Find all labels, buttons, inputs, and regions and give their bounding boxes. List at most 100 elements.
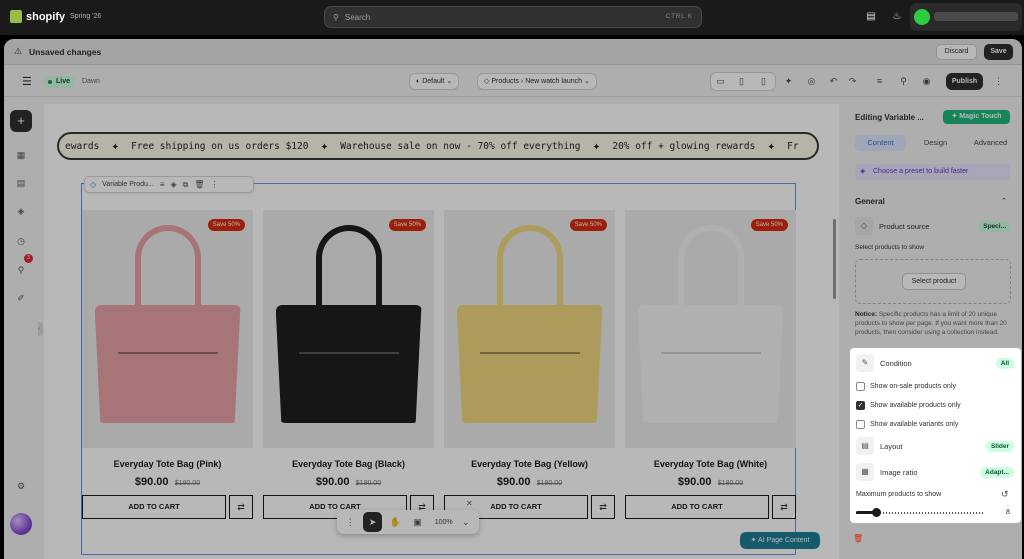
bell-icon[interactable]: ♨ bbox=[891, 11, 903, 23]
panel-tabs: Content Design Advanced bbox=[855, 135, 1016, 151]
max-products-slider-knob[interactable] bbox=[872, 508, 881, 517]
close-icon[interactable]: ✕ bbox=[466, 499, 473, 508]
add-to-cart-button[interactable]: ADD TO CART bbox=[82, 495, 226, 519]
shopify-logo[interactable]: shopify bbox=[10, 10, 65, 23]
fit-screen-icon[interactable]: ▣ bbox=[408, 512, 426, 532]
reset-icon[interactable]: ↺ bbox=[1001, 489, 1009, 500]
more-options-icon[interactable]: ⋮ bbox=[990, 73, 1007, 90]
paint-icon[interactable]: ✐ bbox=[15, 292, 27, 304]
cart-row: ADD TO CART ⇄ bbox=[82, 495, 253, 519]
add-section-button[interactable]: + bbox=[10, 110, 32, 132]
store-name[interactable]: Spring '26 bbox=[70, 13, 101, 20]
store-icon[interactable]: ▤ bbox=[865, 11, 877, 23]
layout-value: Slider bbox=[985, 440, 1014, 452]
announcement-marquee[interactable]: ewards ✦ Free shipping on us orders $120… bbox=[57, 132, 819, 160]
preset-banner[interactable]: ◈ Choose a preset to build faster bbox=[855, 164, 1010, 180]
template-select[interactable]: ◐ Default ⌄ bbox=[409, 73, 460, 90]
hand-tool-icon[interactable]: ✋ bbox=[386, 512, 404, 532]
product-title[interactable]: Everyday Tote Bag (Yellow) bbox=[444, 459, 615, 469]
more-options-icon[interactable]: ⋮ bbox=[210, 180, 218, 189]
history-icon[interactable]: ◷ bbox=[15, 235, 27, 247]
templates-icon[interactable]: ▤ bbox=[15, 177, 27, 189]
publish-button[interactable]: Publish bbox=[946, 73, 983, 90]
collapse-panel-tab[interactable]: ‹ bbox=[38, 322, 43, 336]
warning-icon: ⚠ bbox=[14, 46, 23, 56]
drag-handle-icon[interactable]: ⋮ bbox=[341, 512, 359, 532]
product-title[interactable]: Everyday Tote Bag (White) bbox=[625, 459, 796, 469]
product-image[interactable]: Save 50% bbox=[444, 210, 615, 448]
marquee-item: 20% off + glowing rewards bbox=[612, 140, 756, 152]
remove-section-trash-icon[interactable]: 🗑 bbox=[853, 534, 863, 543]
section-label: Variable Produ... bbox=[102, 181, 154, 188]
canvas-scrollbar[interactable] bbox=[833, 219, 836, 299]
desktop-icon[interactable]: ▭ bbox=[712, 73, 729, 90]
undo-icon[interactable]: ↶ bbox=[825, 73, 842, 90]
page-select-type: Products bbox=[491, 78, 519, 85]
menu-icon[interactable]: ☰ bbox=[22, 75, 32, 88]
tag-icon: ◇ bbox=[484, 78, 490, 85]
condition-row[interactable]: ✎ Condition All bbox=[856, 353, 1014, 373]
page-select[interactable]: ◇ Products › New watch launch ⌄ bbox=[477, 73, 597, 90]
sparkle-icon: ✦ bbox=[767, 138, 776, 154]
magic-touch-button[interactable]: ✦ Magic Touch bbox=[943, 110, 1010, 124]
add-to-cart-button[interactable]: ADD TO CART bbox=[625, 495, 769, 519]
duplicate-icon[interactable]: ⧉ bbox=[183, 180, 189, 190]
checkbox-checked[interactable]: ✓ bbox=[856, 400, 865, 410]
product-image[interactable]: Save 50% bbox=[625, 210, 796, 448]
checkbox[interactable] bbox=[856, 381, 865, 391]
chevron-up-icon[interactable]: ⌃ bbox=[1001, 197, 1007, 205]
tablet-icon[interactable]: ▯ bbox=[733, 73, 750, 90]
product-title[interactable]: Everyday Tote Bag (Pink) bbox=[82, 459, 253, 469]
search-bar[interactable]: ⚲ Search CTRL K bbox=[324, 6, 702, 28]
shuffle-icon[interactable]: ⇄ bbox=[591, 495, 615, 519]
image-ratio-row[interactable]: ▦ Image ratio Adapt... bbox=[856, 462, 1014, 482]
inspector-icon[interactable]: ◎ bbox=[803, 73, 820, 90]
app-avatar[interactable] bbox=[10, 513, 32, 535]
checkbox[interactable] bbox=[856, 419, 865, 429]
sections-icon[interactable]: ▦ bbox=[15, 149, 27, 161]
product-image[interactable]: Save 50% bbox=[263, 210, 434, 448]
select-product-button[interactable]: Select product bbox=[902, 273, 966, 290]
save-button[interactable]: Save bbox=[984, 44, 1013, 60]
general-heading[interactable]: General bbox=[855, 197, 885, 206]
tab-content[interactable]: Content bbox=[855, 135, 906, 151]
shuffle-icon[interactable]: ⇄ bbox=[772, 495, 796, 519]
tag-icon: ◇ bbox=[855, 217, 873, 235]
trash-icon[interactable]: 🗑 bbox=[194, 180, 204, 189]
ai-page-content-button[interactable]: ✦ AI Page Content bbox=[740, 532, 820, 549]
compare-price: $180.00 bbox=[174, 480, 201, 487]
redo-icon[interactable]: ↷ bbox=[844, 73, 861, 90]
product-card[interactable]: Save 50% Everyday Tote Bag (Black) $90.0… bbox=[263, 210, 434, 519]
search-issues-icon[interactable]: ⚲ bbox=[15, 264, 27, 276]
brand-name: shopify bbox=[26, 10, 66, 23]
product-title[interactable]: Everyday Tote Bag (Black) bbox=[263, 459, 434, 469]
gear-icon[interactable]: ⚙ bbox=[15, 480, 27, 492]
mobile-icon[interactable]: ▯ bbox=[755, 73, 772, 90]
zoom-level[interactable]: 100% bbox=[435, 519, 453, 526]
product-source-row[interactable]: ◇ Product source Speci... bbox=[855, 217, 1011, 235]
checkbox-on-sale[interactable]: Show on-sale products only bbox=[856, 380, 956, 392]
image-ratio-icon: ▦ bbox=[856, 463, 874, 481]
pointer-tool-icon[interactable]: ➤ bbox=[363, 512, 382, 532]
product-card[interactable]: Save 50% Everyday Tote Bag (Pink) $90.00… bbox=[82, 210, 253, 519]
product-card[interactable]: Save 50% Everyday Tote Bag (Yellow) $90.… bbox=[444, 210, 615, 519]
eye-icon[interactable]: ◉ bbox=[918, 73, 935, 90]
checkbox-available-products[interactable]: ✓ Show available products only bbox=[856, 399, 961, 411]
settings-sliders-icon[interactable]: ≡ bbox=[871, 73, 888, 90]
tab-design[interactable]: Design bbox=[910, 135, 961, 151]
discard-button[interactable]: Discard bbox=[936, 44, 977, 60]
layers-icon[interactable]: ◈ bbox=[170, 180, 176, 189]
layout-row[interactable]: ▤ Layout Slider bbox=[856, 436, 1014, 456]
checkbox-available-variants[interactable]: Show available variants only bbox=[856, 418, 958, 430]
zoom-icon[interactable]: ⚲ bbox=[895, 73, 912, 90]
tab-advanced[interactable]: Advanced bbox=[965, 135, 1016, 151]
layers-icon[interactable]: ◈ bbox=[15, 205, 27, 217]
product-image[interactable]: Save 50% bbox=[82, 210, 253, 448]
chevron-down-icon[interactable]: ⌄ bbox=[457, 512, 475, 532]
magic-wand-icon[interactable]: ✦ bbox=[780, 73, 797, 90]
shuffle-icon[interactable]: ⇄ bbox=[229, 495, 253, 519]
product-card[interactable]: Save 50% Everyday Tote Bag (White) $90.0… bbox=[625, 210, 796, 519]
ai-page-content-label: AI Page Content bbox=[758, 537, 810, 544]
align-icon[interactable]: ≡ bbox=[160, 180, 165, 189]
checkbox-label: Show available variants only bbox=[870, 420, 959, 428]
